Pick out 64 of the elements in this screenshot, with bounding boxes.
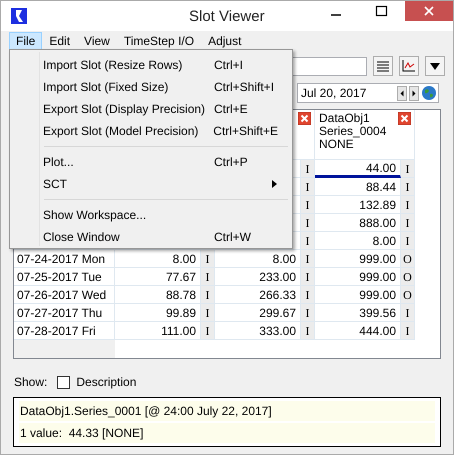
dropdown-icon[interactable]	[425, 56, 445, 76]
flag-cell: O	[401, 268, 415, 286]
show-label: Show:	[14, 374, 48, 391]
flag-cell: I	[301, 214, 315, 232]
checkbox-label: Description	[76, 374, 136, 391]
flag-cell: I	[401, 304, 415, 322]
description-checkbox[interactable]	[57, 376, 70, 388]
flag-cell: I	[301, 178, 315, 196]
flag-cell: I	[301, 322, 315, 340]
flag-cell: I	[301, 268, 315, 286]
flag-cell: I	[401, 196, 415, 214]
menu-item[interactable]: Adjust	[201, 32, 248, 50]
flag-cell: I	[201, 304, 215, 322]
flag-cell: I	[301, 232, 315, 250]
menu-item[interactable]: View	[77, 32, 117, 50]
globe-icon[interactable]	[421, 85, 437, 101]
flag-cell: O	[401, 286, 415, 304]
date-cell: 07-24-2017 Mon	[14, 250, 115, 268]
close-icon[interactable]	[398, 112, 411, 125]
flag-cell: I	[301, 304, 315, 322]
flag-cell: I	[401, 178, 415, 196]
menu-item[interactable]: TimeStep I/O	[116, 32, 202, 50]
flag-cell: O	[401, 250, 415, 268]
date-cell: 07-27-2017 Thu	[14, 304, 115, 322]
previous-icon[interactable]	[397, 86, 407, 100]
next-icon[interactable]	[409, 86, 419, 100]
menu-item[interactable]: File	[9, 32, 42, 50]
close-icon	[424, 6, 434, 16]
menu-item[interactable]: SCT	[10, 173, 292, 195]
flag-cell: I	[301, 160, 315, 178]
info-text: DataObj1.Series_0001 [@ 24:00 July 22, 2017]	[20, 403, 272, 420]
app-logo-icon	[11, 8, 27, 24]
column-series: Series_0004	[319, 125, 386, 138]
column-units: NONE	[319, 138, 354, 151]
menu-item[interactable]: Edit	[42, 32, 78, 50]
menu-item[interactable]: Export Slot (Model Precision) Ctrl+Shift+E	[10, 120, 292, 142]
menu-item[interactable]: Close Window Ctrl+W	[10, 226, 292, 248]
flag-cell: I	[401, 232, 415, 250]
list-icon[interactable]	[373, 56, 393, 76]
menu-item[interactable]: Plot... Ctrl+P	[10, 151, 292, 173]
close-icon[interactable]	[298, 112, 311, 125]
menu-item[interactable]: Show Workspace...	[10, 204, 292, 226]
menu-item[interactable]: Import Slot (Fixed Size) Ctrl+Shift+I	[10, 76, 292, 98]
flag-cell: I	[401, 322, 415, 340]
flag-cell: I	[201, 322, 215, 340]
window-title: Slot Viewer	[189, 7, 265, 27]
menu-item[interactable]: Import Slot (Resize Rows) Ctrl+I	[10, 54, 292, 76]
chart-icon[interactable]	[399, 56, 419, 76]
flag-cell: I	[201, 250, 215, 268]
menu-item[interactable]: Export Slot (Display Precision) Ctrl+E	[10, 98, 292, 120]
date-cell: 07-25-2017 Tue	[14, 268, 115, 286]
submenu-arrow-icon	[272, 180, 277, 188]
flag-cell: I	[201, 286, 215, 304]
flag-cell: I	[301, 250, 315, 268]
close-button[interactable]	[405, 1, 453, 21]
column-name: DataObj1	[319, 112, 371, 125]
date-field[interactable]: Jul 20, 2017	[297, 83, 439, 103]
flag-cell: I	[301, 196, 315, 214]
info-text: 1 value: 44.33 [NONE]	[20, 425, 144, 442]
date-cell: 07-26-2017 Wed	[14, 286, 115, 304]
flag-cell: I	[401, 160, 415, 178]
flag-cell: I	[201, 268, 215, 286]
flag-cell: I	[401, 214, 415, 232]
flag-cell: I	[301, 286, 315, 304]
